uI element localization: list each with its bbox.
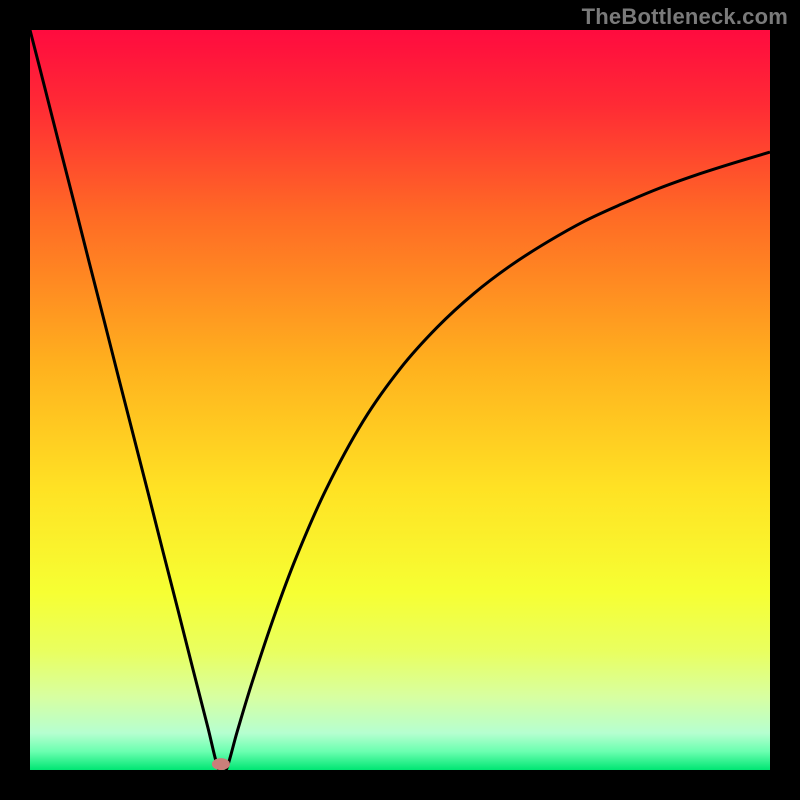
minimum-marker: [212, 758, 230, 770]
chart-frame: TheBottleneck.com: [0, 0, 800, 800]
plot-area: [30, 30, 770, 770]
chart-svg: [30, 30, 770, 770]
gradient-background: [30, 30, 770, 770]
watermark-text: TheBottleneck.com: [582, 4, 788, 30]
